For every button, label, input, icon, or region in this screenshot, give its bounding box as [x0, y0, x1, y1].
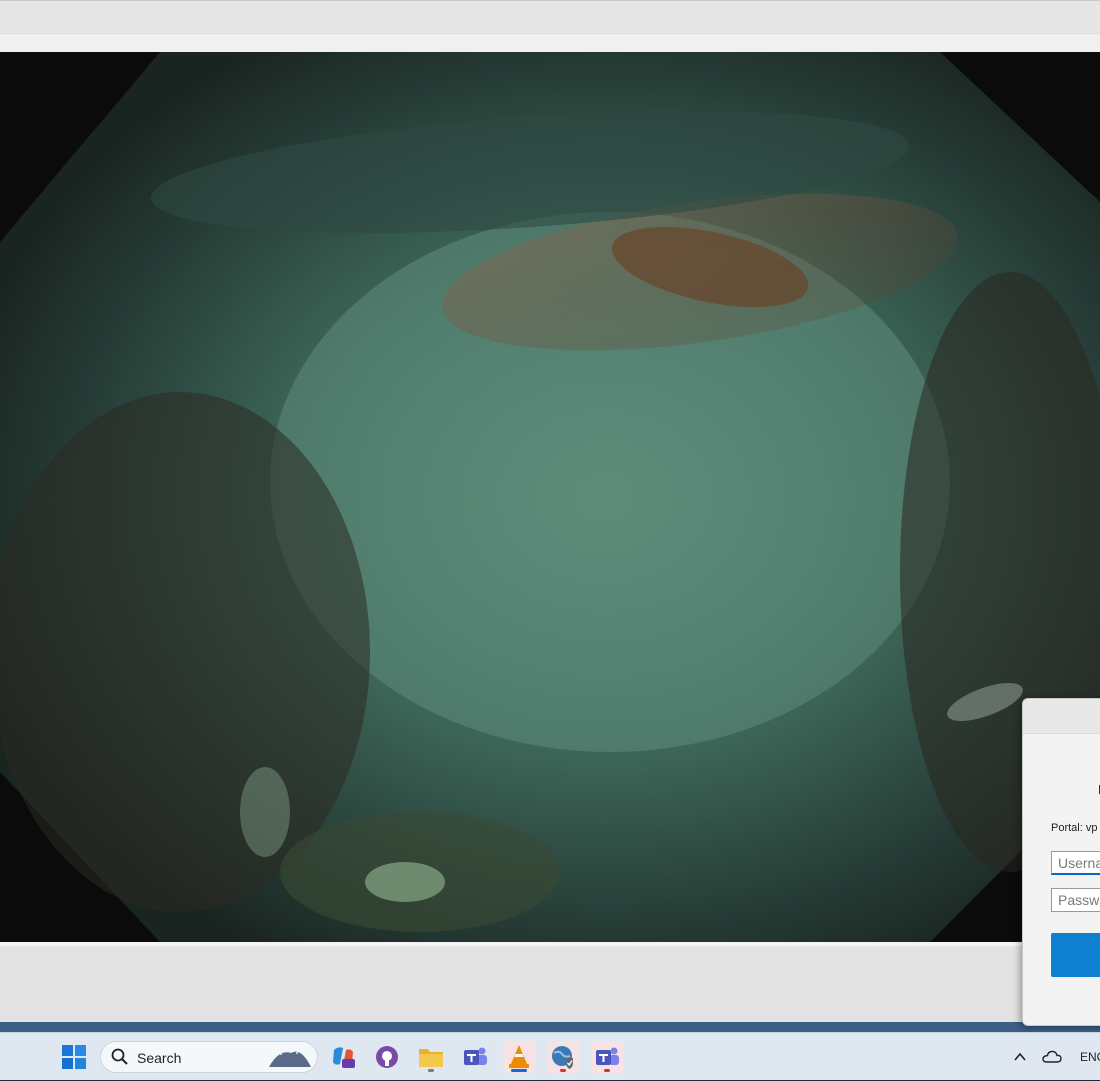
teams-icon — [596, 1047, 619, 1065]
search-label: Search — [137, 1050, 182, 1066]
connect-button[interactable] — [1051, 933, 1100, 977]
portal-label: Portal: vp — [1051, 822, 1098, 834]
running-indicator — [560, 1069, 566, 1072]
taskbar-app-copilot[interactable] — [327, 1041, 359, 1073]
copilot-icon — [333, 1047, 355, 1068]
search-icon — [111, 1048, 128, 1065]
cloud-icon — [1042, 1050, 1062, 1063]
taskbar-app-vlc[interactable] — [503, 1041, 535, 1073]
running-indicator — [604, 1069, 610, 1072]
tray-overflow-button[interactable] — [1012, 1033, 1028, 1081]
teams-icon — [464, 1047, 487, 1065]
taskbar-app-file-explorer[interactable] — [415, 1041, 447, 1073]
windows-logo-icon — [62, 1045, 86, 1069]
taskbar-app-github[interactable] — [371, 1041, 403, 1073]
window-title-bar — [0, 0, 1100, 54]
chevron-up-icon — [1014, 1052, 1026, 1061]
dialog-title-bar — [1023, 699, 1100, 734]
running-indicator — [428, 1069, 434, 1072]
tray-onedrive[interactable] — [1042, 1033, 1062, 1081]
start-button[interactable] — [58, 1041, 90, 1073]
video-feed[interactable] — [0, 52, 1100, 942]
globe-shield-icon — [552, 1046, 573, 1069]
desktop-background-strip — [0, 1022, 1100, 1032]
taskbar-app-teams[interactable] — [459, 1041, 491, 1073]
tray-language[interactable]: ENG — [1080, 1033, 1100, 1081]
taskbar: Search EN — [0, 1032, 1100, 1080]
taskbar-search-box[interactable]: Search — [100, 1041, 318, 1073]
endoscopic-video-frame — [0, 52, 1100, 942]
taskbar-app-teams-2[interactable] — [591, 1041, 623, 1073]
github-icon — [376, 1046, 398, 1068]
player-controls-area — [0, 942, 1100, 1022]
username-input[interactable] — [1051, 851, 1100, 875]
password-input[interactable] — [1051, 888, 1100, 912]
language-indicator: ENG — [1080, 1050, 1100, 1064]
search-highlight-icon — [269, 1050, 311, 1067]
window-toolbar-strip — [0, 33, 1100, 54]
vlc-icon — [509, 1045, 529, 1068]
taskbar-app-vpn-client[interactable] — [547, 1041, 579, 1073]
active-indicator — [511, 1069, 527, 1072]
vpn-login-dialog: Portal: vp — [1022, 698, 1100, 1026]
folder-icon — [419, 1049, 443, 1067]
